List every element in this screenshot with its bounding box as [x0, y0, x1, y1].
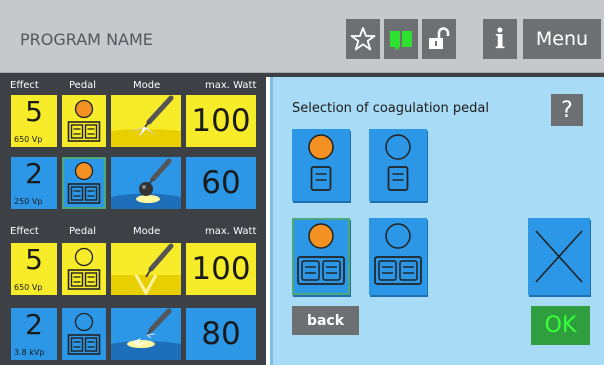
- pedal-option-orange-double[interactable]: [292, 218, 350, 295]
- effect-tile[interactable]: 5 650 Vp: [11, 243, 57, 295]
- menu-button[interactable]: Menu: [523, 19, 601, 59]
- ball-electrode-mode-icon: [111, 158, 181, 209]
- effect-tile[interactable]: 2 250 Vp: [11, 157, 57, 209]
- lock-button[interactable]: [422, 19, 456, 59]
- pedal-column-header: Pedal: [69, 226, 97, 237]
- effect-column-header: Effect: [10, 226, 39, 237]
- mode-column-header: Mode: [133, 80, 161, 91]
- watt-tile[interactable]: 60: [186, 157, 256, 209]
- spark-mode-icon: [111, 308, 181, 360]
- voltage-value: 250 Vp: [14, 197, 43, 206]
- close-x-icon: [535, 230, 583, 283]
- lock-open-icon: [429, 27, 450, 49]
- effect-column-header: Effect: [10, 80, 39, 91]
- column-header-row: Effect Pedal Mode max. Watt: [0, 225, 266, 239]
- voltage-value: 3.8 kVp: [14, 348, 45, 357]
- effect-value: 5: [25, 243, 43, 276]
- double-pedal-empty-icon: [67, 247, 101, 290]
- mode-column-header: Mode: [133, 226, 161, 237]
- effect-value: 2: [25, 157, 43, 190]
- mode-tile[interactable]: [111, 157, 181, 209]
- book-icon: [390, 31, 412, 50]
- double-pedal-empty-icon: [374, 223, 422, 285]
- header-bar: PROGRAM NAME i Menu: [0, 0, 604, 73]
- program-name[interactable]: PROGRAM NAME: [20, 30, 153, 49]
- effect-value: 2: [25, 308, 43, 341]
- voltage-value: 650 Vp: [14, 283, 43, 292]
- effect-tile[interactable]: 2 3.8 kVp: [11, 308, 57, 360]
- single-pedal-orange-icon: [308, 134, 334, 191]
- mode-tile[interactable]: [111, 95, 181, 147]
- mode-tile[interactable]: [111, 308, 181, 360]
- pedal-option-orange-single[interactable]: [292, 129, 350, 201]
- panel-title: Selection of coagulation pedal: [292, 101, 489, 116]
- double-pedal-orange-icon: [297, 223, 345, 285]
- pedal-tile[interactable]: [62, 243, 106, 295]
- effect-value: 5: [25, 95, 43, 128]
- watt-tile[interactable]: 100: [186, 243, 256, 295]
- app-root: PROGRAM NAME i Menu Effect Pedal Mode ma…: [0, 0, 604, 365]
- pedal-option-empty-double[interactable]: [369, 218, 427, 295]
- double-pedal-orange-icon: [67, 99, 101, 142]
- spray-coag-mode-icon: [111, 95, 181, 147]
- book-button[interactable]: [384, 19, 418, 59]
- help-button[interactable]: ?: [551, 94, 583, 126]
- double-pedal-empty-icon: [67, 312, 101, 355]
- watt-column-header: max. Watt: [205, 80, 257, 91]
- effect-tile[interactable]: 5 650 Vp: [11, 95, 57, 147]
- watt-tile[interactable]: 80: [186, 308, 256, 360]
- info-button[interactable]: i: [483, 19, 517, 59]
- pedal-tile[interactable]: [62, 308, 106, 360]
- double-pedal-orange-icon: [67, 161, 101, 204]
- column-header-row: Effect Pedal Mode max. Watt: [0, 79, 266, 93]
- ok-button[interactable]: OK: [531, 306, 590, 345]
- pedal-option-empty-single[interactable]: [369, 129, 427, 201]
- single-pedal-empty-icon: [385, 134, 411, 191]
- mode-tile[interactable]: [111, 243, 181, 295]
- back-button[interactable]: back: [292, 306, 359, 335]
- pedal-selection-panel: Selection of coagulation pedal ? back OK: [270, 77, 604, 365]
- watt-column-header: max. Watt: [205, 226, 257, 237]
- watt-tile[interactable]: 100: [186, 95, 256, 147]
- pedal-tile[interactable]: [62, 157, 106, 209]
- pedal-tile[interactable]: [62, 95, 106, 147]
- favorite-button[interactable]: [346, 19, 380, 59]
- voltage-value: 650 Vp: [14, 135, 43, 144]
- star-outline-icon: [350, 27, 376, 51]
- cut-mode-icon: [111, 243, 181, 295]
- cancel-button[interactable]: [528, 218, 590, 295]
- pedal-column-header: Pedal: [69, 80, 97, 91]
